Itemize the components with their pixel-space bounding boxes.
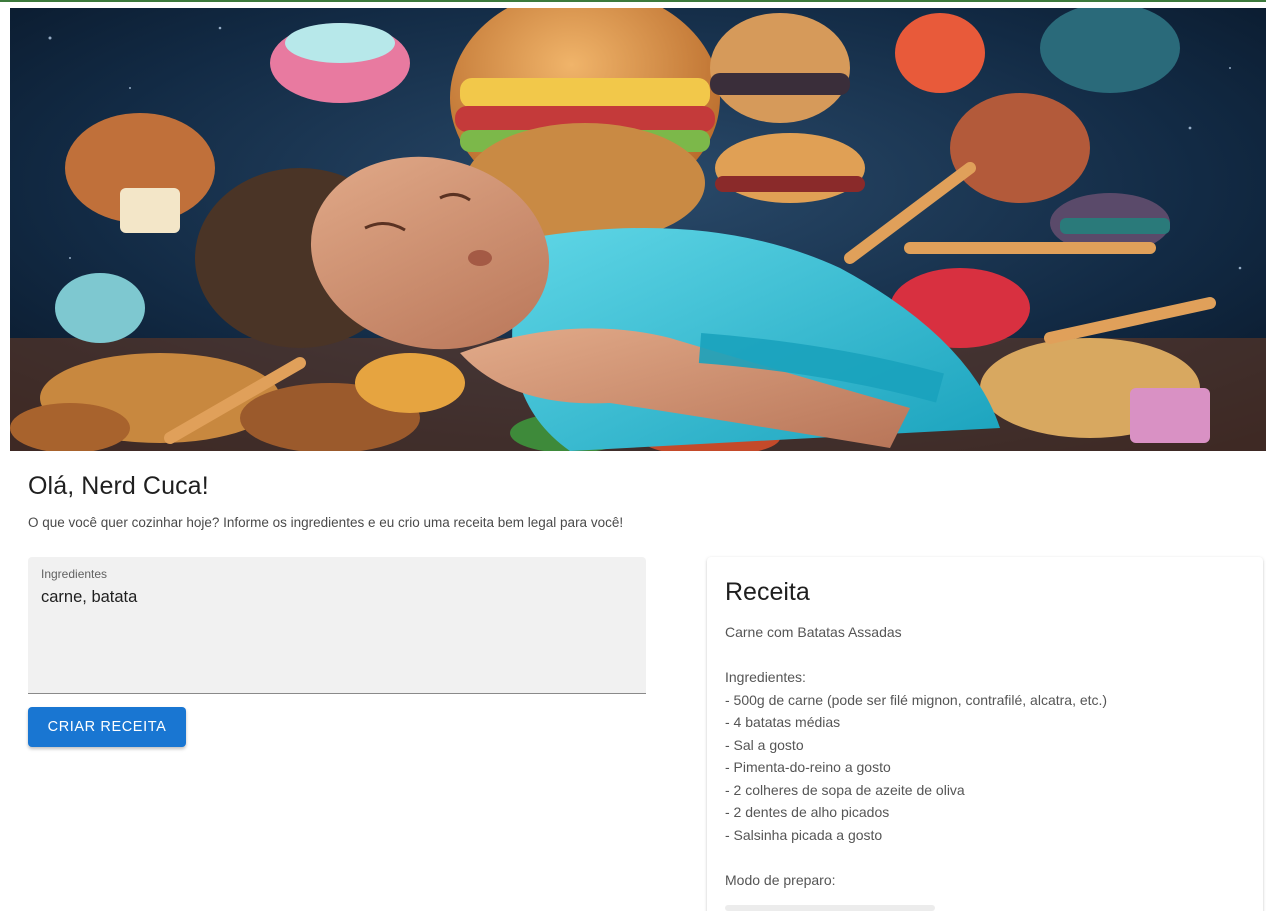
ingredient-item: - 2 colheres de sopa de azeite de oliva [725,781,965,798]
top-border [0,0,1266,6]
ingredients-input[interactable]: carne, batata [41,588,137,607]
ingredient-item: - 2 dentes de alho picados [725,804,890,820]
ingredients-heading: Ingredientes: [725,669,806,685]
ingredient-item: - 4 batatas médias [725,714,841,730]
recipe-card: Receita Carne com Batatas Assadas Ingred… [707,557,1263,911]
hero-illustration [10,8,1266,451]
page: Olá, Nerd Cuca! O que você quer cozinhar… [0,0,1266,911]
page-subtitle: O que você quer cozinhar hoje? Informe o… [28,515,624,530]
ingredients-field[interactable]: Ingredientes carne, batata [28,557,646,694]
create-recipe-button[interactable]: CRIAR RECEITA [28,707,186,747]
page-title: Olá, Nerd Cuca! [28,472,209,500]
method-heading: Modo de preparo: [725,871,836,888]
recipe-body: Carne com Batatas Assadas Ingredientes: … [725,621,1245,891]
hero-image [10,8,1266,451]
recipe-name: Carne com Batatas Assadas [725,624,902,640]
recipe-title: Receita [725,578,810,606]
left-margin [0,6,10,911]
ingredient-item: - 500g de carne (pode ser filé mignon, c… [725,691,1108,708]
cut-off-text-line [725,905,935,911]
ingredient-item: - Salsinha picada a gosto [725,826,883,843]
ingredient-item: - Sal a gosto [725,736,804,753]
ingredients-field-label: Ingredientes [41,567,108,581]
ingredient-item: - Pimenta-do-reino a gosto [725,759,891,775]
